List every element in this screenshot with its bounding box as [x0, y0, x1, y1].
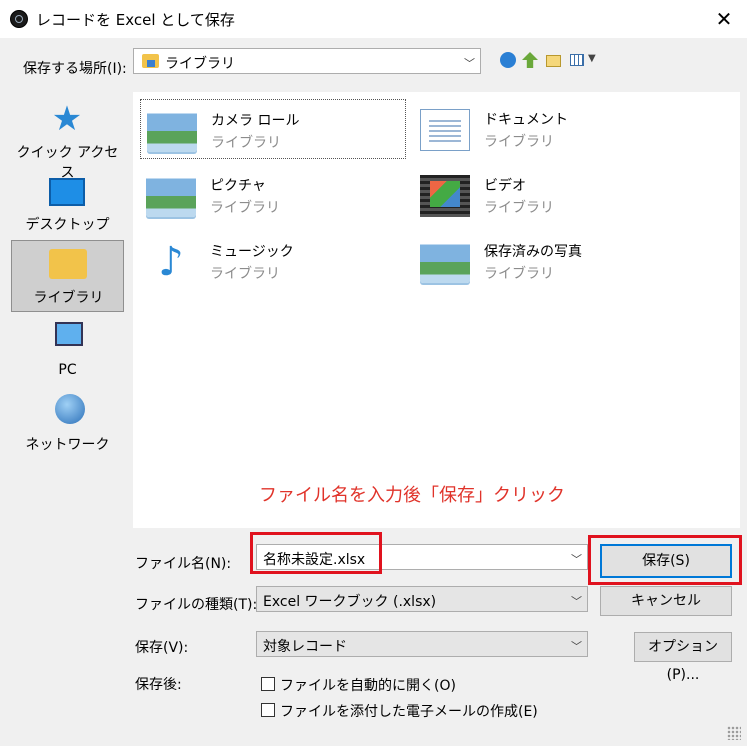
resize-grip[interactable]	[727, 726, 741, 740]
item-name: 保存済みの写真	[484, 244, 582, 260]
filename-label: ファイル名(N):	[135, 556, 232, 572]
network-icon	[55, 394, 85, 424]
open-automatically-checkbox[interactable]	[261, 677, 275, 691]
library-icon	[49, 249, 87, 279]
documents-library-icon	[420, 109, 470, 151]
save-highlight-box	[588, 535, 742, 585]
list-item[interactable]: ピクチャ ライブラリ	[140, 165, 406, 225]
place-network[interactable]: ネットワーク	[11, 392, 124, 454]
view-menu-dropdown-icon[interactable]: ▼	[588, 53, 596, 64]
place-pc[interactable]: PC	[11, 320, 124, 380]
place-label: ライブラリ	[33, 290, 104, 306]
list-item[interactable]: ビデオ ライブラリ	[414, 165, 680, 225]
item-name: ピクチャ	[210, 178, 266, 194]
after-save-label: 保存後:	[135, 677, 182, 693]
cancel-button[interactable]: キャンセル	[600, 586, 732, 616]
desktop-icon	[49, 178, 85, 206]
attach-email-checkbox[interactable]	[261, 703, 275, 717]
close-button[interactable]: ✕	[706, 4, 742, 34]
save-in-label: 保存する場所(I):	[23, 61, 127, 77]
app-icon	[10, 10, 28, 28]
filename-highlight-box	[250, 532, 382, 574]
library-icon	[142, 54, 159, 68]
place-desktop[interactable]: デスクトップ	[11, 176, 124, 240]
open-automatically-label[interactable]: ファイルを自動的に開く(O)	[280, 675, 456, 695]
place-label: PC	[58, 362, 77, 378]
item-type: ライブラリ	[484, 266, 554, 282]
chevron-down-icon: ﹀	[571, 640, 582, 653]
item-name: カメラ ロール	[211, 113, 300, 129]
list-item[interactable]: 保存済みの写真 ライブラリ	[414, 231, 680, 291]
location-dropdown[interactable]: ライブラリ ﹀	[133, 48, 481, 74]
camera-roll-library-icon	[147, 110, 197, 152]
list-item[interactable]: カメラ ロール ライブラリ	[140, 99, 406, 159]
place-label: デスクトップ	[25, 217, 110, 233]
options-button[interactable]: オプション(P)...	[634, 632, 732, 683]
place-label: ネットワーク	[25, 437, 110, 453]
chevron-down-icon: ﹀	[464, 57, 475, 70]
instruction-annotation: ファイル名を入力後「保存」クリック	[259, 485, 565, 506]
new-folder-icon[interactable]	[546, 55, 561, 67]
places-bar: ★ クイック アクセス デスクトップ ライブラリ PC ネットワーク	[3, 90, 128, 625]
videos-library-icon	[420, 175, 470, 217]
chevron-down-icon: ﹀	[571, 595, 582, 608]
item-type: ライブラリ	[210, 266, 280, 282]
view-menu-icon[interactable]	[570, 54, 584, 66]
attach-email-label[interactable]: ファイルを添付した電子メールの作成(E)	[280, 701, 538, 721]
filetype-dropdown[interactable]: Excel ワークブック (.xlsx) ﹀	[256, 586, 588, 612]
filetype-value: Excel ワークブック (.xlsx)	[263, 594, 437, 610]
list-item[interactable]: ドキュメント ライブラリ	[414, 99, 680, 159]
save-scope-value: 対象レコード	[263, 639, 347, 655]
pictures-library-icon	[146, 175, 196, 217]
back-icon[interactable]	[500, 52, 516, 68]
place-quick-access[interactable]: ★ クイック アクセス	[11, 99, 124, 181]
item-type: ライブラリ	[484, 200, 554, 216]
save-scope-label: 保存(V):	[135, 640, 189, 656]
star-icon: ★	[51, 99, 83, 139]
item-type: ライブラリ	[210, 200, 280, 216]
location-value: ライブラリ	[165, 56, 235, 72]
window-title: レコードを Excel として保存	[36, 11, 235, 29]
file-list[interactable]: カメラ ロール ライブラリ ドキュメント ライブラリ ピクチャ ライブラリ ビデ…	[133, 92, 740, 528]
filetype-label: ファイルの種類(T):	[135, 597, 258, 613]
item-type: ライブラリ	[484, 134, 554, 150]
chevron-down-icon[interactable]: ﹀	[571, 551, 582, 567]
item-type: ライブラリ	[211, 135, 281, 151]
title-bar: レコードを Excel として保存 ✕	[0, 0, 747, 38]
music-note-icon: ♪	[158, 239, 184, 285]
place-library[interactable]: ライブラリ	[11, 240, 124, 312]
item-name: ビデオ	[484, 178, 526, 194]
item-name: ドキュメント	[484, 112, 568, 128]
item-name: ミュージック	[210, 244, 294, 260]
save-scope-dropdown[interactable]: 対象レコード ﹀	[256, 631, 588, 657]
saved-pictures-library-icon	[420, 241, 470, 283]
computer-icon	[55, 322, 83, 346]
up-folder-icon[interactable]	[522, 52, 538, 68]
list-item[interactable]: ♪ ミュージック ライブラリ	[140, 231, 406, 291]
